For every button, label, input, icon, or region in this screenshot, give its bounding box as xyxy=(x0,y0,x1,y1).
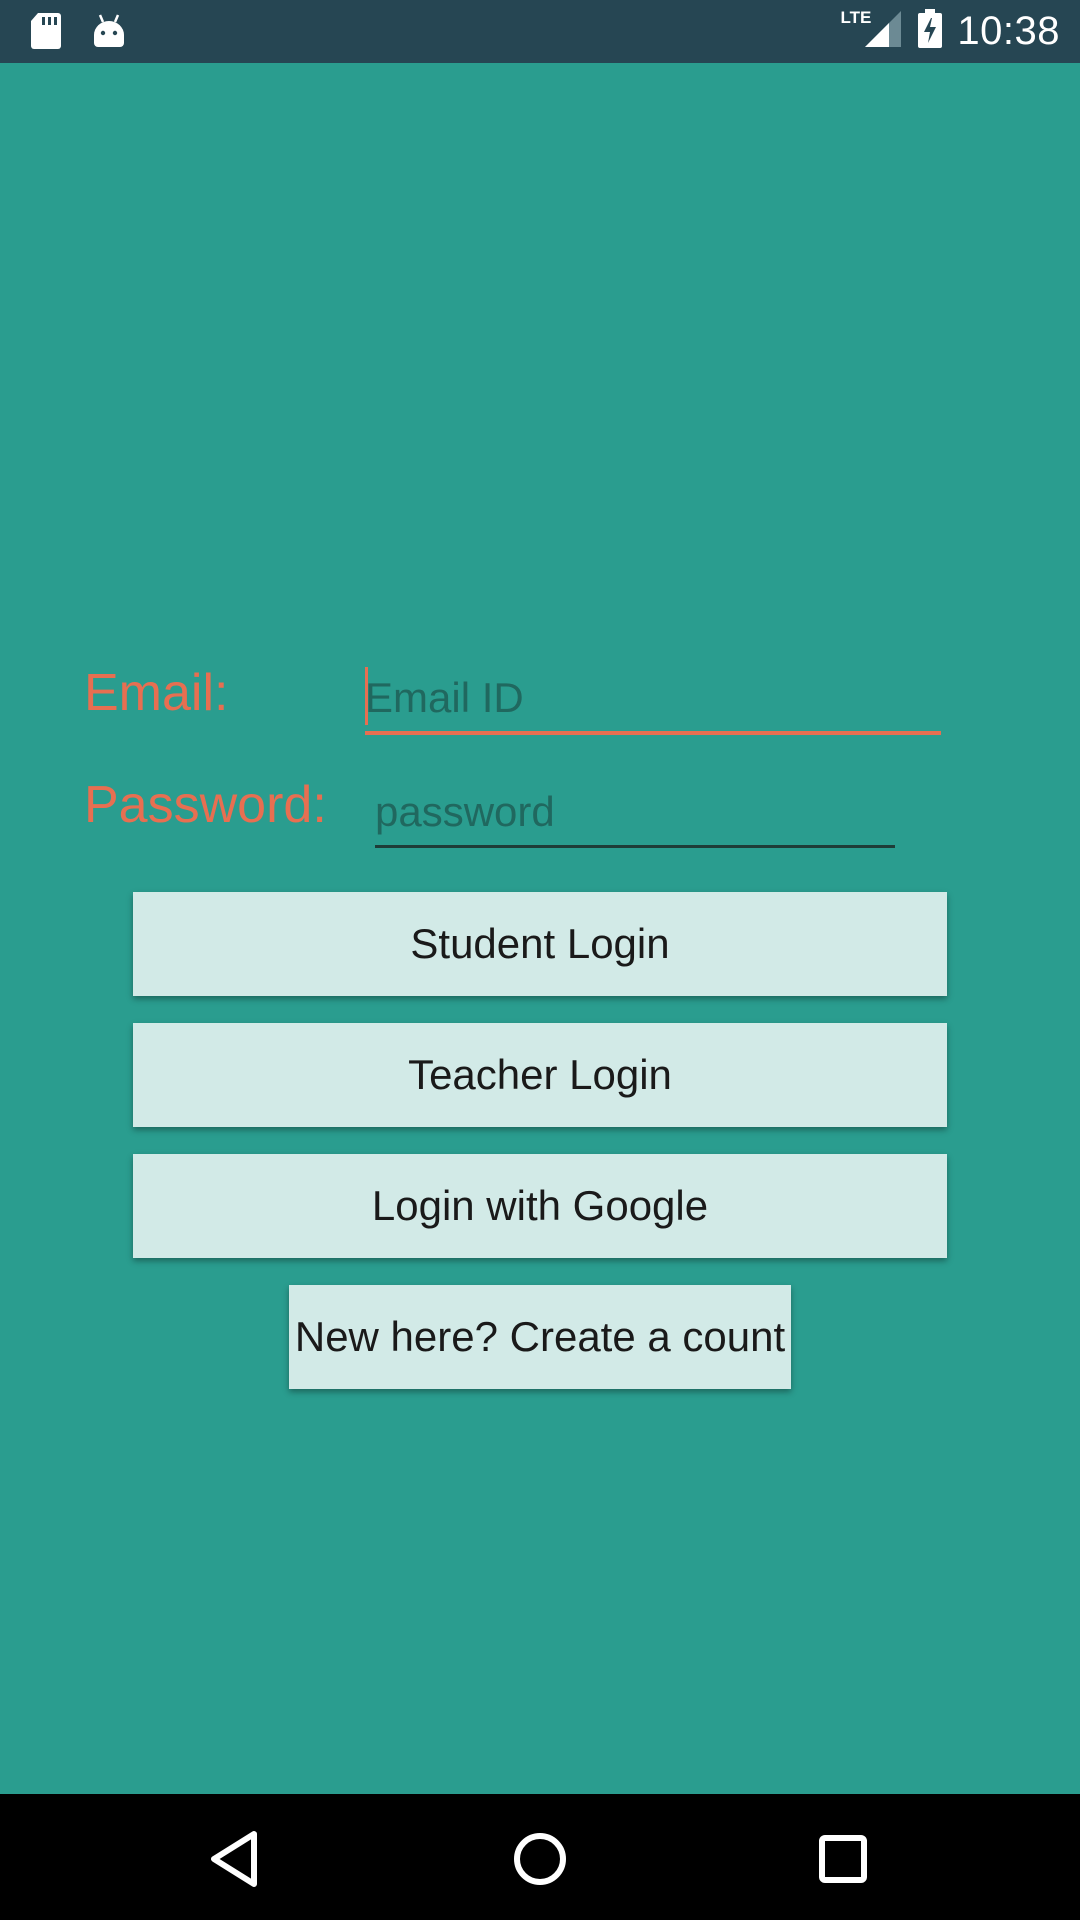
email-field[interactable] xyxy=(365,665,941,735)
status-bar: LTE 10:38 xyxy=(0,0,1080,63)
battery-charging-icon xyxy=(917,9,943,54)
android-icon xyxy=(92,13,126,54)
email-label: Email: xyxy=(84,664,229,722)
system-indicators: LTE 10:38 xyxy=(841,0,1060,63)
text-cursor xyxy=(365,667,368,725)
clock: 10:38 xyxy=(957,9,1060,53)
navigation-bar xyxy=(0,1794,1080,1920)
notification-icons xyxy=(30,12,126,55)
password-field[interactable] xyxy=(375,778,895,848)
google-login-button[interactable]: Login with Google xyxy=(133,1154,947,1258)
teacher-login-button[interactable]: Teacher Login xyxy=(133,1023,947,1127)
recents-icon[interactable] xyxy=(808,1824,878,1894)
sd-card-icon xyxy=(30,12,62,55)
back-icon[interactable] xyxy=(200,1824,270,1894)
login-screen: Email: Password: Student Login Teacher L… xyxy=(0,63,1080,1794)
password-label: Password: xyxy=(84,776,327,834)
network-type: LTE xyxy=(840,7,872,27)
student-login-button[interactable]: Student Login xyxy=(133,892,947,996)
home-icon[interactable] xyxy=(505,1824,575,1894)
create-account-button[interactable]: New here? Create a count xyxy=(289,1285,791,1389)
